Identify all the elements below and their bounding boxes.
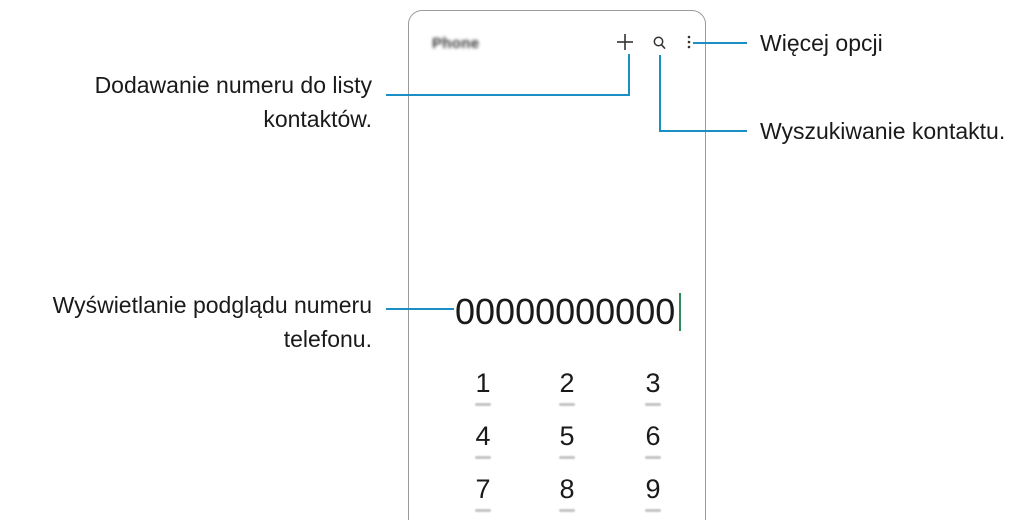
key-digit: 2 — [559, 368, 575, 398]
key-3[interactable]: 3 — [623, 368, 683, 416]
key-4[interactable]: 4 — [453, 421, 513, 469]
key-digit: 5 — [559, 421, 575, 451]
callout-label-more-options: Więcej opcji — [760, 30, 883, 56]
key-digit: 7 — [475, 474, 491, 504]
key-digit: 1 — [475, 368, 491, 398]
plus-icon[interactable] — [616, 33, 634, 51]
callout-label-search-contact: Wyszukiwanie kontaktu. — [760, 118, 1006, 144]
key-letters — [559, 456, 575, 459]
search-icon[interactable] — [653, 36, 666, 50]
key-letters — [475, 509, 491, 512]
key-digit: 9 — [645, 474, 661, 504]
phone-screen: Phone 00000000000 1 2 3 4 5 6 7 8 9 — [408, 10, 706, 520]
key-9[interactable]: 9 — [623, 474, 683, 522]
key-letters — [559, 403, 575, 406]
key-6[interactable]: 6 — [623, 421, 683, 469]
more-options-icon[interactable] — [686, 35, 692, 49]
callout-line-add-horizontal — [386, 94, 630, 96]
key-digit: 4 — [475, 421, 491, 451]
key-5[interactable]: 5 — [537, 421, 597, 469]
callout-line-more-options — [693, 42, 747, 44]
key-letters — [645, 456, 661, 459]
callout-label-add-number-line1: Dodawanie numeru do listy — [94, 72, 372, 98]
callout-line-preview — [386, 308, 454, 310]
callout-line-search-horizontal — [659, 130, 747, 132]
key-8[interactable]: 8 — [537, 474, 597, 522]
callout-label-add-number-line2: kontaktów. — [263, 106, 372, 132]
callout-label-preview-line2: telefonu. — [283, 326, 372, 352]
number-display[interactable]: 00000000000 — [455, 290, 675, 334]
key-7[interactable]: 7 — [453, 474, 513, 522]
key-digit: 6 — [645, 421, 661, 451]
key-letters — [559, 509, 575, 512]
key-1[interactable]: 1 — [453, 368, 513, 416]
text-cursor — [679, 293, 681, 331]
key-letters — [475, 403, 491, 406]
key-digit: 3 — [645, 368, 661, 398]
key-letters — [475, 456, 491, 459]
key-letters — [645, 509, 661, 512]
callout-label-preview-line1: Wyświetlanie podglądu numeru — [52, 292, 372, 318]
key-letters — [645, 403, 661, 406]
key-digit: 8 — [559, 474, 575, 504]
app-title: Phone — [432, 35, 480, 52]
callout-line-add-vertical — [628, 54, 630, 96]
callout-line-search-vertical — [659, 55, 661, 132]
key-2[interactable]: 2 — [537, 368, 597, 416]
